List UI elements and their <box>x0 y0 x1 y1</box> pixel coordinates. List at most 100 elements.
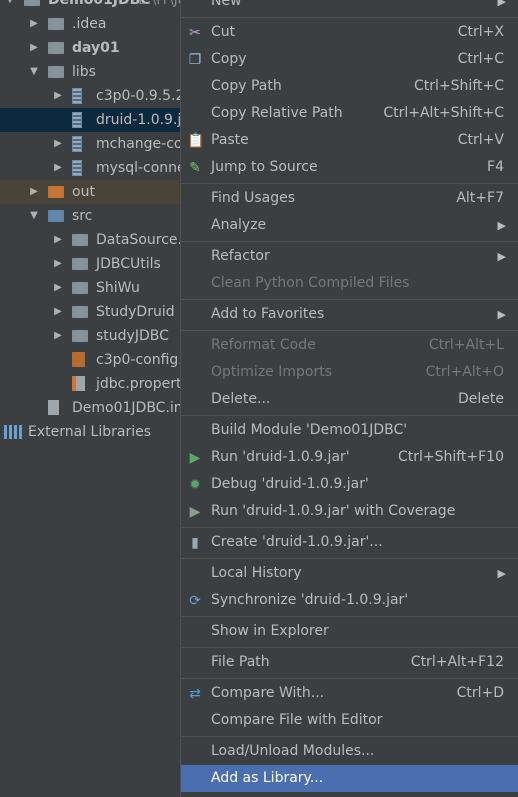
tree-item-src[interactable]: ▼ src <box>0 204 180 228</box>
menu-item-local-history[interactable]: Local History ▶ <box>181 560 518 587</box>
compare-icon: ⇄ <box>189 686 201 702</box>
tree-item--idea[interactable]: ▶ .idea <box>0 12 180 36</box>
expanded-arrow-icon[interactable]: ▼ <box>28 60 40 84</box>
menu-item-add-to-favorites[interactable]: Add to Favorites ▶ <box>181 301 518 328</box>
menu-separator <box>181 241 518 242</box>
submenu-arrow-icon: ▶ <box>497 219 506 232</box>
menu-separator <box>181 558 518 559</box>
menu-item-delete[interactable]: Delete... Delete <box>181 386 518 413</box>
expanded-arrow-icon[interactable]: ▼ <box>28 204 40 228</box>
menu-separator <box>181 616 518 617</box>
tree-item-mchange-commons-java-0-2-12-jar[interactable]: ▶ mchange-commons-java-0.2.12.jar <box>0 132 180 156</box>
submenu-arrow-icon: ▶ <box>497 250 506 263</box>
tree-item-datasource-c3p0[interactable]: ▶ DataSource.C3P0 <box>0 228 180 252</box>
tree-item-jdbcutils[interactable]: ▶ JDBCUtils <box>0 252 180 276</box>
menu-item-copy[interactable]: ❐ Copy Ctrl+C <box>181 46 518 73</box>
menu-item-load-unload-modules[interactable]: Load/Unload Modules... <box>181 738 518 765</box>
menu-item-refactor[interactable]: Refactor ▶ <box>181 243 518 270</box>
jar-icon <box>72 160 82 176</box>
tree-item-label: c3p0-config.xml <box>96 352 180 368</box>
folder-icon <box>72 306 88 318</box>
tree-item-day01[interactable]: ▶ day01 <box>0 36 180 60</box>
tree-item-label: Demo01JDBC.iml <box>72 400 180 416</box>
run-icon: ▶ <box>189 450 201 466</box>
menu-item-compare-file-with-editor[interactable]: Compare File with Editor <box>181 707 518 734</box>
menu-item-jump-to-source[interactable]: ✎ Jump to Source F4 <box>181 154 518 181</box>
tree-item-studydruid[interactable]: ▶ StudyDruid <box>0 300 180 324</box>
tree-item-mysql-connector-java-5-1-37-bin-jar[interactable]: ▶ mysql-connector-java-5.1.37-bin.jar <box>0 156 180 180</box>
menu-separator <box>181 415 518 416</box>
menu-item-paste[interactable]: 📋 Paste Ctrl+V <box>181 127 518 154</box>
menu-item-cut[interactable]: ✂ Cut Ctrl+X <box>181 19 518 46</box>
menu-item-reformat-code[interactable]: Reformat Code Ctrl+Alt+L <box>181 332 518 359</box>
menu-item-optimize-imports[interactable]: Optimize Imports Ctrl+Alt+O <box>181 359 518 386</box>
menu-item-debug-druid-1-0-9-jar[interactable]: ✹ Debug 'druid-1.0.9.jar' <box>181 471 518 498</box>
menu-item-label: Local History <box>211 565 302 581</box>
menu-item-compare-with[interactable]: ⇄ Compare With... Ctrl+D <box>181 680 518 707</box>
folder-icon <box>48 42 64 54</box>
menu-item-add-as-library[interactable]: Add as Library... <box>181 765 518 792</box>
collapsed-arrow-icon[interactable]: ▶ <box>52 300 64 324</box>
menu-item-label: Run 'druid-1.0.9.jar' <box>211 449 350 465</box>
menu-item-create-druid-1-0-9-jar[interactable]: ▮ Create 'druid-1.0.9.jar'... <box>181 529 518 556</box>
collapsed-arrow-icon[interactable]: ▶ <box>28 180 40 204</box>
menu-item-copy-relative-path[interactable]: Copy Relative Path Ctrl+Alt+Shift+C <box>181 100 518 127</box>
tree-item-label: druid-1.0.9.jar <box>96 112 180 128</box>
menu-item-synchronize-druid-1-0-9-jar[interactable]: ⟳ Synchronize 'druid-1.0.9.jar' <box>181 587 518 614</box>
menu-item-label: Copy Path <box>211 78 282 94</box>
menu-item-label: Add as Library... <box>211 770 324 786</box>
menu-item-label: File Path <box>211 654 270 670</box>
expanded-arrow-icon[interactable]: ▼ <box>4 0 16 12</box>
menu-separator <box>181 183 518 184</box>
xml-icon <box>72 352 85 367</box>
menu-item-shortcut: Ctrl+X <box>457 24 504 40</box>
tree-item-druid-1-0-9-jar[interactable]: druid-1.0.9.jar <box>0 108 180 132</box>
menu-item-clean-python-compiled-files[interactable]: Clean Python Compiled Files <box>181 270 518 297</box>
project-path: E:\IT\Java\ <box>138 0 180 8</box>
menu-item-label: Find Usages <box>211 190 296 206</box>
collapsed-arrow-icon[interactable]: ▶ <box>52 156 64 180</box>
tree-item-label: mchange-commons-java-0.2.12.jar <box>96 136 180 152</box>
collapsed-arrow-icon[interactable]: ▶ <box>28 36 40 60</box>
jar-icon <box>72 112 82 128</box>
menu-separator <box>181 736 518 737</box>
tree-item-external-libraries[interactable]: External Libraries <box>0 420 180 444</box>
tree-item-demo01jdbc-iml[interactable]: Demo01JDBC.iml <box>0 396 180 420</box>
tree-item-studyjdbc[interactable]: ▶ studyJDBC <box>0 324 180 348</box>
menu-item-file-path[interactable]: File Path Ctrl+Alt+F12 <box>181 649 518 676</box>
menu-item-label: Clean Python Compiled Files <box>211 275 410 291</box>
tree-item-out[interactable]: ▶ out <box>0 180 180 204</box>
tree-item-c3p0-config-xml[interactable]: c3p0-config.xml <box>0 348 180 372</box>
collapsed-arrow-icon[interactable]: ▶ <box>52 276 64 300</box>
tree-item-demo01jdbc[interactable]: ▼ Demo01JDBCE:\IT\Java\ <box>0 0 180 12</box>
collapsed-arrow-icon[interactable]: ▶ <box>52 252 64 276</box>
tree-item-c3p0-0-9-5-2-jar[interactable]: ▶ c3p0-0.9.5.2.jar <box>0 84 180 108</box>
coverage-icon: ▶ <box>189 504 201 520</box>
tree-item-shiwu[interactable]: ▶ ShiWu <box>0 276 180 300</box>
tree-item-libs[interactable]: ▼ libs <box>0 60 180 84</box>
collapsed-arrow-icon[interactable]: ▶ <box>52 132 64 156</box>
tree-item-label: DataSource.C3P0 <box>96 232 180 248</box>
tree-item-label: .idea <box>72 16 107 32</box>
menu-separator <box>181 17 518 18</box>
tree-item-label: studyJDBC <box>96 328 169 344</box>
menu-item-analyze[interactable]: Analyze ▶ <box>181 212 518 239</box>
collapsed-arrow-icon[interactable]: ▶ <box>52 228 64 252</box>
menu-item-new[interactable]: New ▶ <box>181 0 518 15</box>
menu-item-shortcut: Ctrl+C <box>457 51 504 67</box>
collapsed-arrow-icon[interactable]: ▶ <box>28 12 40 36</box>
debug-icon: ✹ <box>189 477 201 493</box>
menu-item-find-usages[interactable]: Find Usages Alt+F7 <box>181 185 518 212</box>
collapsed-arrow-icon[interactable]: ▶ <box>52 324 64 348</box>
menu-item-show-in-explorer[interactable]: Show in Explorer <box>181 618 518 645</box>
tree-item-jdbc-properties[interactable]: jdbc.properties <box>0 372 180 396</box>
collapsed-arrow-icon[interactable]: ▶ <box>52 84 64 108</box>
menu-item-shortcut: F4 <box>487 159 504 175</box>
menu-item-run-druid-1-0-9-jar[interactable]: ▶ Run 'druid-1.0.9.jar' Ctrl+Shift+F10 <box>181 444 518 471</box>
menu-item-build-module-demo01jdbc[interactable]: Build Module 'Demo01JDBC' <box>181 417 518 444</box>
menu-item-label: Paste <box>211 132 249 148</box>
menu-item-label: Run 'druid-1.0.9.jar' with Coverage <box>211 503 456 519</box>
menu-item-copy-path[interactable]: Copy Path Ctrl+Shift+C <box>181 73 518 100</box>
paste-icon: 📋 <box>187 133 205 149</box>
menu-item-run-druid-1-0-9-jar-with-coverage[interactable]: ▶ Run 'druid-1.0.9.jar' with Coverage <box>181 498 518 525</box>
